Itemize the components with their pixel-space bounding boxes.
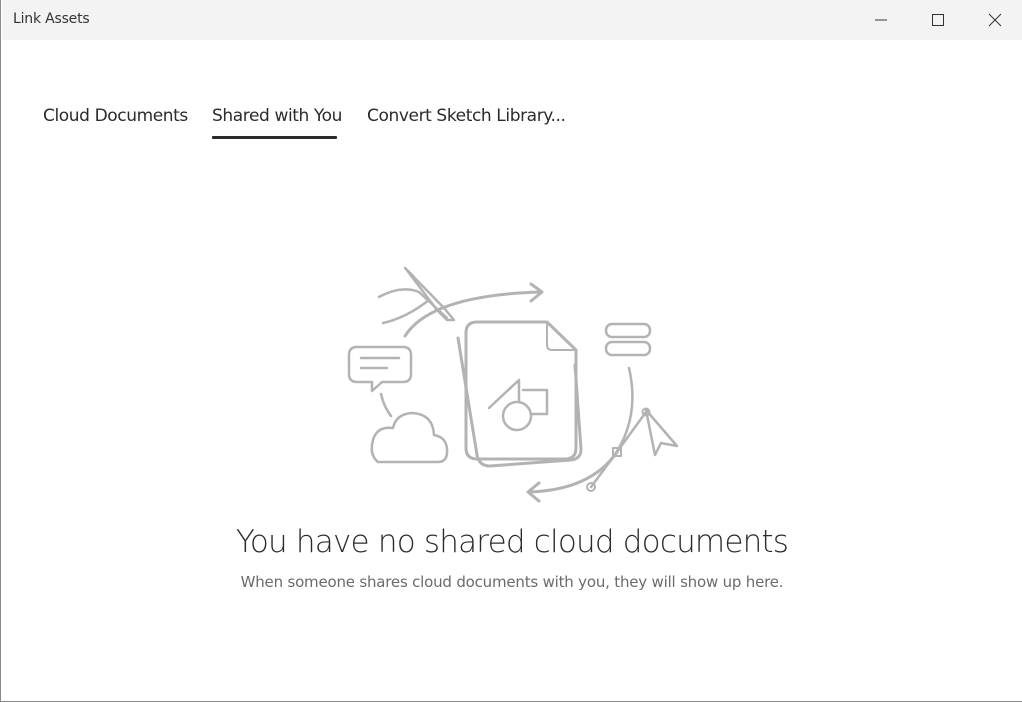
empty-state-title: You have no shared cloud documents bbox=[235, 524, 789, 560]
selected-tab-indicator bbox=[212, 136, 337, 139]
link-assets-window: Link Assets Cloud Documents Shared with … bbox=[0, 0, 1022, 702]
maximize-button[interactable] bbox=[909, 0, 966, 40]
window-title: Link Assets bbox=[13, 11, 90, 27]
minimize-icon bbox=[875, 19, 887, 21]
maximize-icon bbox=[932, 14, 944, 26]
shared-documents-illustration bbox=[347, 266, 679, 503]
tab-convert-sketch-library[interactable]: Convert Sketch Library... bbox=[367, 106, 566, 126]
close-icon bbox=[988, 13, 1002, 27]
tab-cloud-documents[interactable]: Cloud Documents bbox=[43, 106, 188, 126]
minimize-button[interactable] bbox=[852, 0, 909, 40]
title-bar[interactable]: Link Assets bbox=[2, 0, 1022, 40]
empty-state-subtitle: When someone shares cloud documents with… bbox=[240, 573, 784, 591]
tab-shared-with-you[interactable]: Shared with You bbox=[212, 106, 342, 126]
close-button[interactable] bbox=[966, 0, 1022, 40]
